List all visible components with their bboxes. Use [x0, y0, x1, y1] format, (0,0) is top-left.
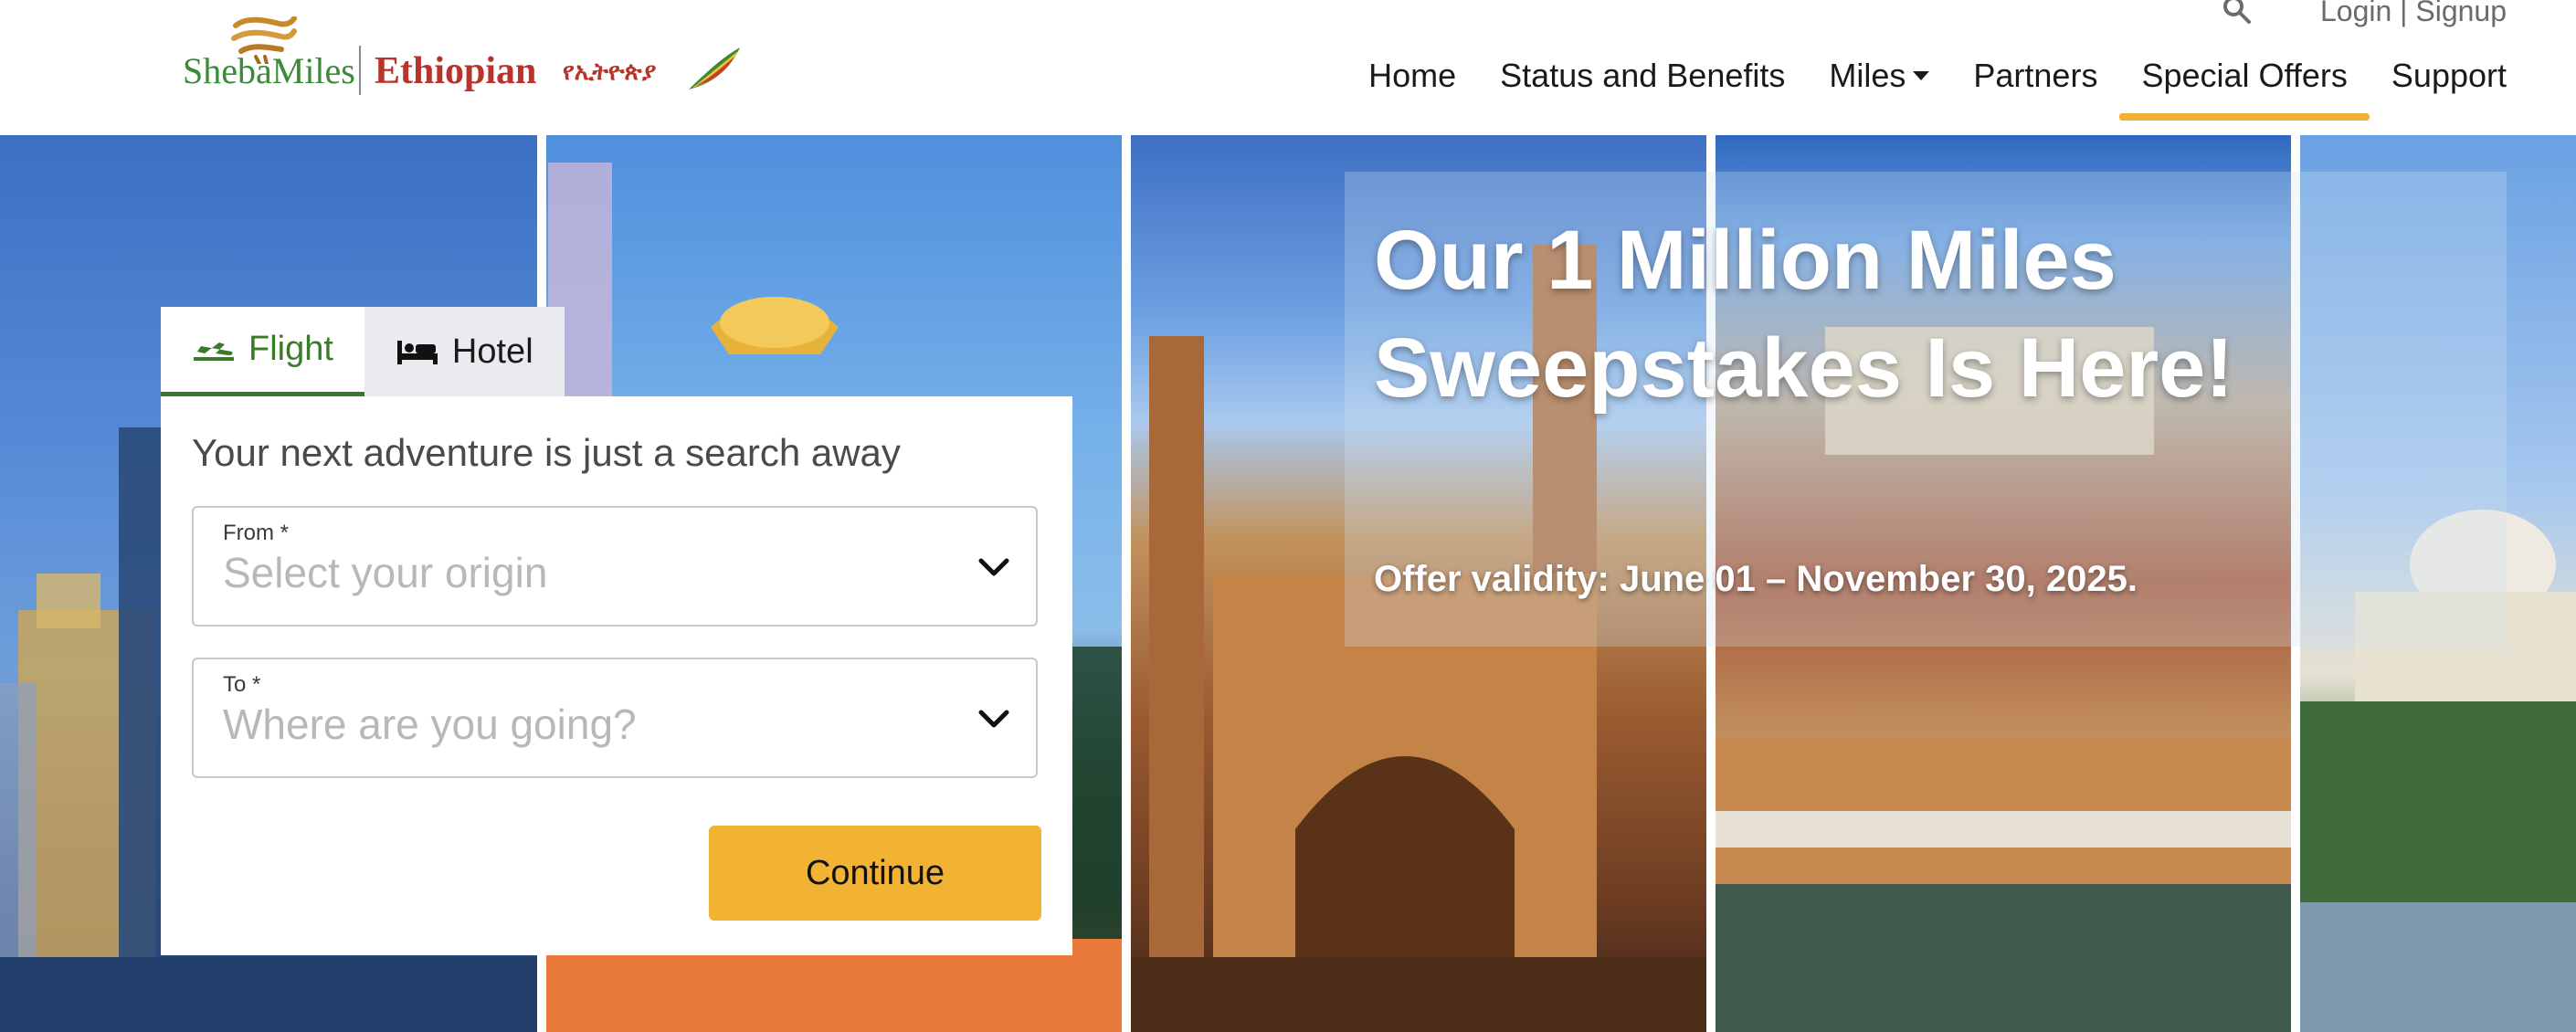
- flight-search-form: Your next adventure is just a search awa…: [161, 396, 1072, 955]
- account-links: Login | Signup: [2320, 0, 2507, 28]
- caret-down-icon: [1913, 71, 1930, 80]
- nav-item-miles[interactable]: Miles: [1807, 57, 1951, 115]
- logo-divider: [359, 46, 361, 95]
- nav-item-status-and-benefits[interactable]: Status and Benefits: [1478, 57, 1807, 115]
- promo-title: Our 1 Million Miles Sweepstakes Is Here!: [1374, 214, 2233, 415]
- nav-item-label: Partners: [1973, 57, 2098, 94]
- search-heading: Your next adventure is just a search awa…: [192, 431, 901, 474]
- main-nav: Home Status and Benefits Miles Partners …: [1346, 57, 2507, 121]
- chevron-down-icon: [978, 558, 1009, 576]
- search-icon[interactable]: [2222, 0, 2253, 24]
- to-label: To *: [223, 672, 261, 697]
- to-select[interactable]: To * Where are you going?: [192, 658, 1038, 778]
- shebamiles-wordmark: ShebaMiles: [183, 50, 355, 91]
- tab-flight[interactable]: Flight: [161, 307, 364, 396]
- nav-item-special-offers[interactable]: Special Offers: [2119, 57, 2370, 121]
- nav-item-support[interactable]: Support: [2370, 57, 2507, 115]
- ethiopian-wordmark: Ethiopian: [375, 50, 537, 92]
- nav-item-label: Status and Benefits: [1500, 57, 1786, 94]
- from-placeholder: Select your origin: [223, 549, 548, 596]
- search-tabs: Flight Hotel: [161, 307, 565, 396]
- tab-hotel[interactable]: Hotel: [364, 307, 565, 396]
- from-label: From *: [223, 521, 289, 545]
- signup-link[interactable]: Signup: [2415, 0, 2507, 27]
- nav-item-label: Special Offers: [2141, 57, 2348, 94]
- login-link[interactable]: Login: [2320, 0, 2391, 27]
- nav-item-home[interactable]: Home: [1346, 57, 1478, 115]
- login-signup-separator: |: [2400, 0, 2408, 28]
- ethiopian-feather-icon: [689, 47, 740, 90]
- nav-item-label: Miles: [1829, 57, 1906, 94]
- nav-item-label: Support: [2391, 57, 2507, 94]
- continue-button[interactable]: Continue: [709, 826, 1041, 921]
- ethiopian-amharic-wordmark: የኢትዮጵያ: [563, 58, 657, 85]
- to-placeholder: Where are you going?: [223, 700, 637, 748]
- tab-flight-label: Flight: [248, 330, 333, 368]
- bed-icon: [396, 341, 438, 364]
- nav-item-partners[interactable]: Partners: [1951, 57, 2119, 115]
- airplane-icon: [194, 342, 234, 361]
- tab-hotel-label: Hotel: [451, 332, 533, 371]
- promo-validity: Offer validity: June 01 – November 30, 2…: [1374, 559, 2138, 599]
- chevron-down-icon: [978, 710, 1009, 728]
- from-select[interactable]: From * Select your origin: [192, 506, 1038, 627]
- nav-item-label: Home: [1368, 57, 1457, 94]
- site-header: ShebaMiles Ethiopian የኢትዮጵያ Login | Sign…: [0, 0, 2576, 133]
